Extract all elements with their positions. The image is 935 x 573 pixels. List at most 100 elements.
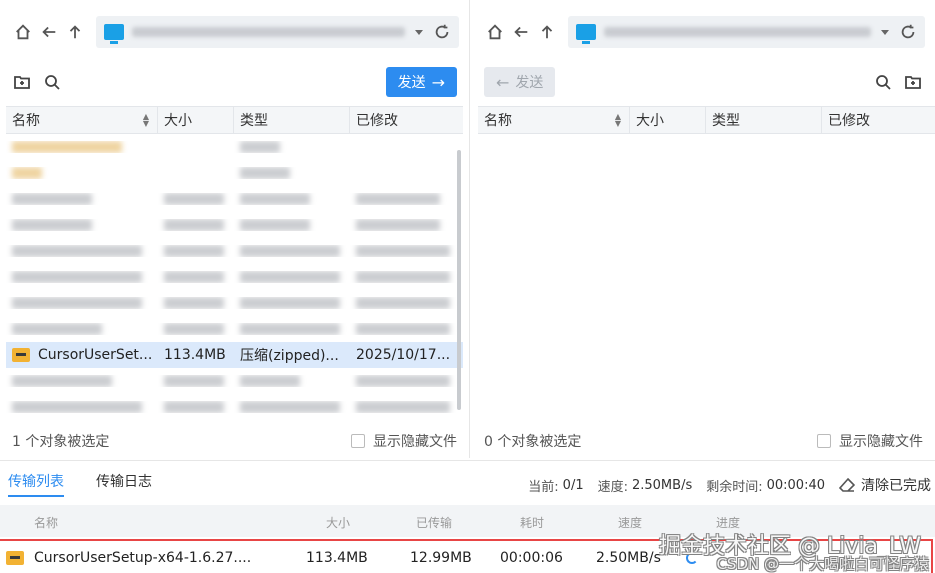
list-col-elapsed: 耗时: [520, 516, 545, 530]
column-name[interactable]: 名称 ▲ ▼: [6, 107, 158, 133]
table-row-selected[interactable]: CursorUserSet... 113.4MB 压缩(zipped)... 2…: [6, 342, 463, 368]
refresh-icon[interactable]: [433, 23, 451, 41]
clear-completed-label: 清除已完成: [861, 478, 931, 494]
path-input[interactable]: [568, 16, 925, 48]
send-button-label: 发送: [397, 75, 426, 91]
local-status-row: 1 个对象被选定 显示隐藏文件: [0, 428, 469, 454]
table-row[interactable]: [6, 368, 463, 394]
remaining-label: 剩余时间:: [706, 479, 763, 495]
show-hidden-checkbox[interactable]: [351, 434, 365, 448]
table-row[interactable]: [6, 264, 463, 290]
sort-icon: ▲ ▼: [614, 112, 621, 128]
transfer-elapsed: 00:00:06: [500, 550, 563, 566]
transfer-speed: 2.50MB/s: [596, 550, 661, 566]
remote-status-row: 0 个对象被选定 显示隐藏文件: [472, 428, 935, 454]
new-folder-icon[interactable]: [903, 72, 923, 92]
show-hidden-checkbox[interactable]: [817, 434, 831, 448]
remote-file-header: 名称 ▲ ▼ 大小 类型 已修改: [478, 106, 935, 134]
selection-status: 0 个对象被选定: [484, 434, 582, 450]
up-arrow-icon[interactable]: [62, 19, 88, 45]
transfer-transferred: 12.99MB: [410, 550, 472, 566]
column-size[interactable]: 大小: [630, 107, 706, 133]
local-file-list: CursorUserSet... 113.4MB 压缩(zipped)... 2…: [6, 134, 463, 420]
search-icon[interactable]: [42, 72, 62, 92]
remote-toolbar: ← 发送: [472, 62, 935, 102]
vertical-scrollbar[interactable]: [457, 150, 461, 410]
transfer-name: CursorUserSetup-x64-1.6.27....: [34, 550, 252, 566]
path-text-blurred: [132, 27, 405, 37]
show-hidden-label: 显示隐藏文件: [373, 434, 457, 450]
file-size: 113.4MB: [164, 347, 226, 363]
column-name-label: 名称: [12, 113, 40, 129]
arrow-right-icon: →: [431, 72, 445, 92]
table-row[interactable]: [6, 134, 463, 160]
remaining-value: 00:00:40: [766, 477, 825, 493]
computer-icon: [576, 24, 596, 44]
file-name: CursorUserSet...: [38, 347, 153, 363]
list-col-name: 名称: [34, 516, 59, 530]
home-icon[interactable]: [10, 19, 36, 45]
eraser-icon: [839, 477, 855, 492]
column-type-label: 类型: [240, 113, 268, 129]
file-modified: 2025/10/17...: [356, 347, 451, 363]
table-row[interactable]: [6, 394, 463, 420]
clear-completed-button[interactable]: 清除已完成: [839, 475, 931, 495]
chevron-down-icon[interactable]: [415, 29, 423, 35]
new-folder-icon[interactable]: [12, 72, 32, 92]
table-row[interactable]: [6, 316, 463, 342]
list-col-size: 大小: [326, 516, 351, 530]
transfer-stats: 当前: 0/1 速度: 2.50MB/s 剩余时间: 00:00:40 清除已完…: [528, 475, 931, 495]
remote-pane: ← 发送 名称 ▲ ▼ 大小 类型 已修改 0 个对象被选定 显示隐藏文件: [472, 0, 935, 458]
column-type[interactable]: 类型: [706, 107, 822, 133]
current-label: 当前:: [528, 479, 559, 495]
table-row[interactable]: [6, 290, 463, 316]
column-name-label: 名称: [484, 113, 512, 129]
column-modified-label: 已修改: [356, 113, 398, 129]
transfer-row[interactable]: CursorUserSetup-x64-1.6.27.... 113.4MB 1…: [0, 539, 933, 573]
list-col-progress: 进度: [716, 516, 741, 530]
local-file-header: 名称 ▲ ▼ 大小 类型 已修改: [6, 106, 463, 134]
back-arrow-icon[interactable]: [36, 19, 62, 45]
column-size-label: 大小: [636, 113, 664, 129]
send-back-button[interactable]: ← 发送: [484, 67, 556, 97]
column-modified[interactable]: 已修改: [350, 107, 463, 133]
tab-transfer-log[interactable]: 传输日志: [96, 471, 152, 497]
table-row[interactable]: [6, 238, 463, 264]
refresh-icon[interactable]: [899, 23, 917, 41]
column-modified[interactable]: 已修改: [822, 107, 935, 133]
chevron-down-icon[interactable]: [881, 29, 889, 35]
zip-file-icon: [6, 551, 24, 565]
column-size[interactable]: 大小: [158, 107, 234, 133]
home-icon[interactable]: [482, 19, 508, 45]
list-col-speed: 速度: [618, 516, 643, 530]
send-button[interactable]: 发送 →: [385, 67, 457, 97]
up-arrow-icon[interactable]: [534, 19, 560, 45]
column-type-label: 类型: [712, 113, 740, 129]
zip-file-icon: [12, 348, 30, 362]
search-icon[interactable]: [873, 72, 893, 92]
table-row[interactable]: [6, 186, 463, 212]
speed-value: 2.50MB/s: [631, 477, 693, 493]
progress-spinner-icon: [686, 552, 698, 564]
column-size-label: 大小: [164, 113, 192, 129]
column-modified-label: 已修改: [828, 113, 870, 129]
table-row[interactable]: [6, 160, 463, 186]
transfer-tabs: 传输列表 传输日志: [8, 471, 184, 497]
arrow-left-icon: ←: [496, 72, 510, 92]
local-toolbar: 发送 →: [0, 62, 469, 102]
local-pane: 发送 → 名称 ▲ ▼ 大小 类型 已修改 CursorUserSet... 1…: [0, 0, 470, 458]
address-row: [472, 8, 935, 56]
list-col-transferred: 已传输: [416, 516, 453, 530]
table-row[interactable]: [6, 212, 463, 238]
address-row: [0, 8, 469, 56]
speed-label: 速度:: [597, 479, 628, 495]
back-arrow-icon[interactable]: [508, 19, 534, 45]
tab-transfer-list[interactable]: 传输列表: [8, 471, 64, 497]
file-type: 压缩(zipped)...: [240, 348, 339, 364]
transfer-list-header: 名称 大小 已传输 耗时 速度 进度: [0, 505, 935, 537]
path-text-blurred: [604, 27, 871, 37]
column-name[interactable]: 名称 ▲ ▼: [478, 107, 630, 133]
column-type[interactable]: 类型: [234, 107, 350, 133]
path-input[interactable]: [96, 16, 459, 48]
transfer-size: 113.4MB: [306, 550, 368, 566]
